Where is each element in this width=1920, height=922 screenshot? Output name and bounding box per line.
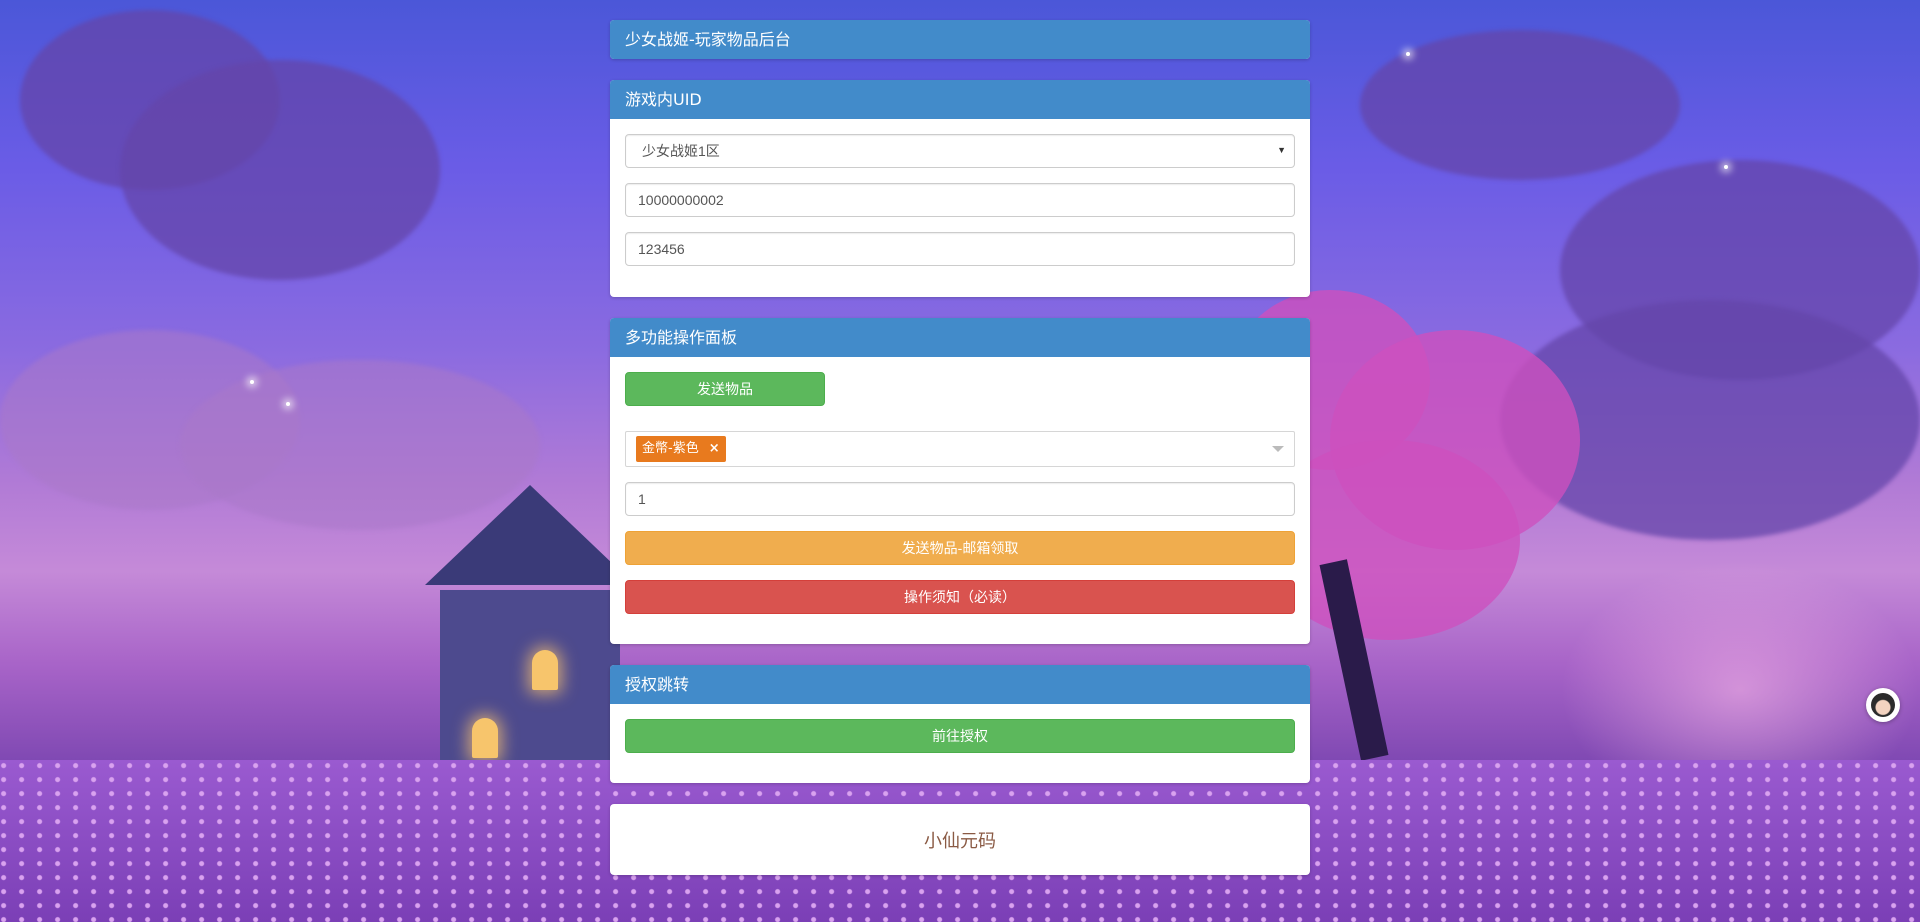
- auth-panel-title: 授权跳转: [610, 665, 1310, 704]
- dropdown-arrow-icon[interactable]: [1272, 446, 1284, 452]
- footer-text: 小仙元码: [924, 830, 996, 851]
- uid-input-value: 10000000002: [638, 192, 724, 208]
- footer-panel: 小仙元码: [610, 804, 1310, 875]
- ops-panel-title: 多功能操作面板: [610, 318, 1310, 357]
- avatar-face-icon: [1871, 693, 1895, 717]
- quantity-input[interactable]: 1: [625, 482, 1295, 516]
- send-items-button[interactable]: 发送物品: [625, 372, 825, 406]
- send-mail-button[interactable]: 发送物品-邮箱领取: [625, 531, 1295, 565]
- selected-item-tag[interactable]: 金幣-紫色 ×: [636, 436, 726, 462]
- go-auth-button[interactable]: 前往授权: [625, 719, 1295, 753]
- uid-panel: 游戏内UID 少女战姬1区 ▼ 10000000002 123456: [610, 80, 1310, 297]
- main-container: 少女战姬-玩家物品后台 游戏内UID 少女战姬1区 ▼ 10000000002 …: [610, 20, 1310, 896]
- password-input-value: 123456: [638, 241, 685, 257]
- ops-panel: 多功能操作面板 发送物品 金幣-紫色 × 1 发送物品-邮箱领取 操作须知（必读…: [610, 318, 1310, 644]
- uid-input[interactable]: 10000000002: [625, 183, 1295, 217]
- caret-down-icon: ▼: [1277, 145, 1286, 155]
- header-panel: 少女战姬-玩家物品后台: [610, 20, 1310, 59]
- password-input[interactable]: 123456: [625, 232, 1295, 266]
- selected-item-label: 金幣-紫色: [642, 441, 699, 456]
- item-multiselect[interactable]: 金幣-紫色 ×: [625, 431, 1295, 467]
- server-select[interactable]: 少女战姬1区 ▼: [625, 134, 1295, 168]
- page-title: 少女战姬-玩家物品后台: [610, 20, 1310, 59]
- remove-icon[interactable]: ×: [709, 436, 720, 462]
- quantity-input-value: 1: [638, 491, 646, 507]
- avatar[interactable]: [1866, 688, 1900, 722]
- server-select-value: 少女战姬1区: [642, 143, 720, 159]
- notice-button[interactable]: 操作须知（必读）: [625, 580, 1295, 614]
- uid-panel-title: 游戏内UID: [610, 80, 1310, 119]
- auth-panel: 授权跳转 前往授权: [610, 665, 1310, 783]
